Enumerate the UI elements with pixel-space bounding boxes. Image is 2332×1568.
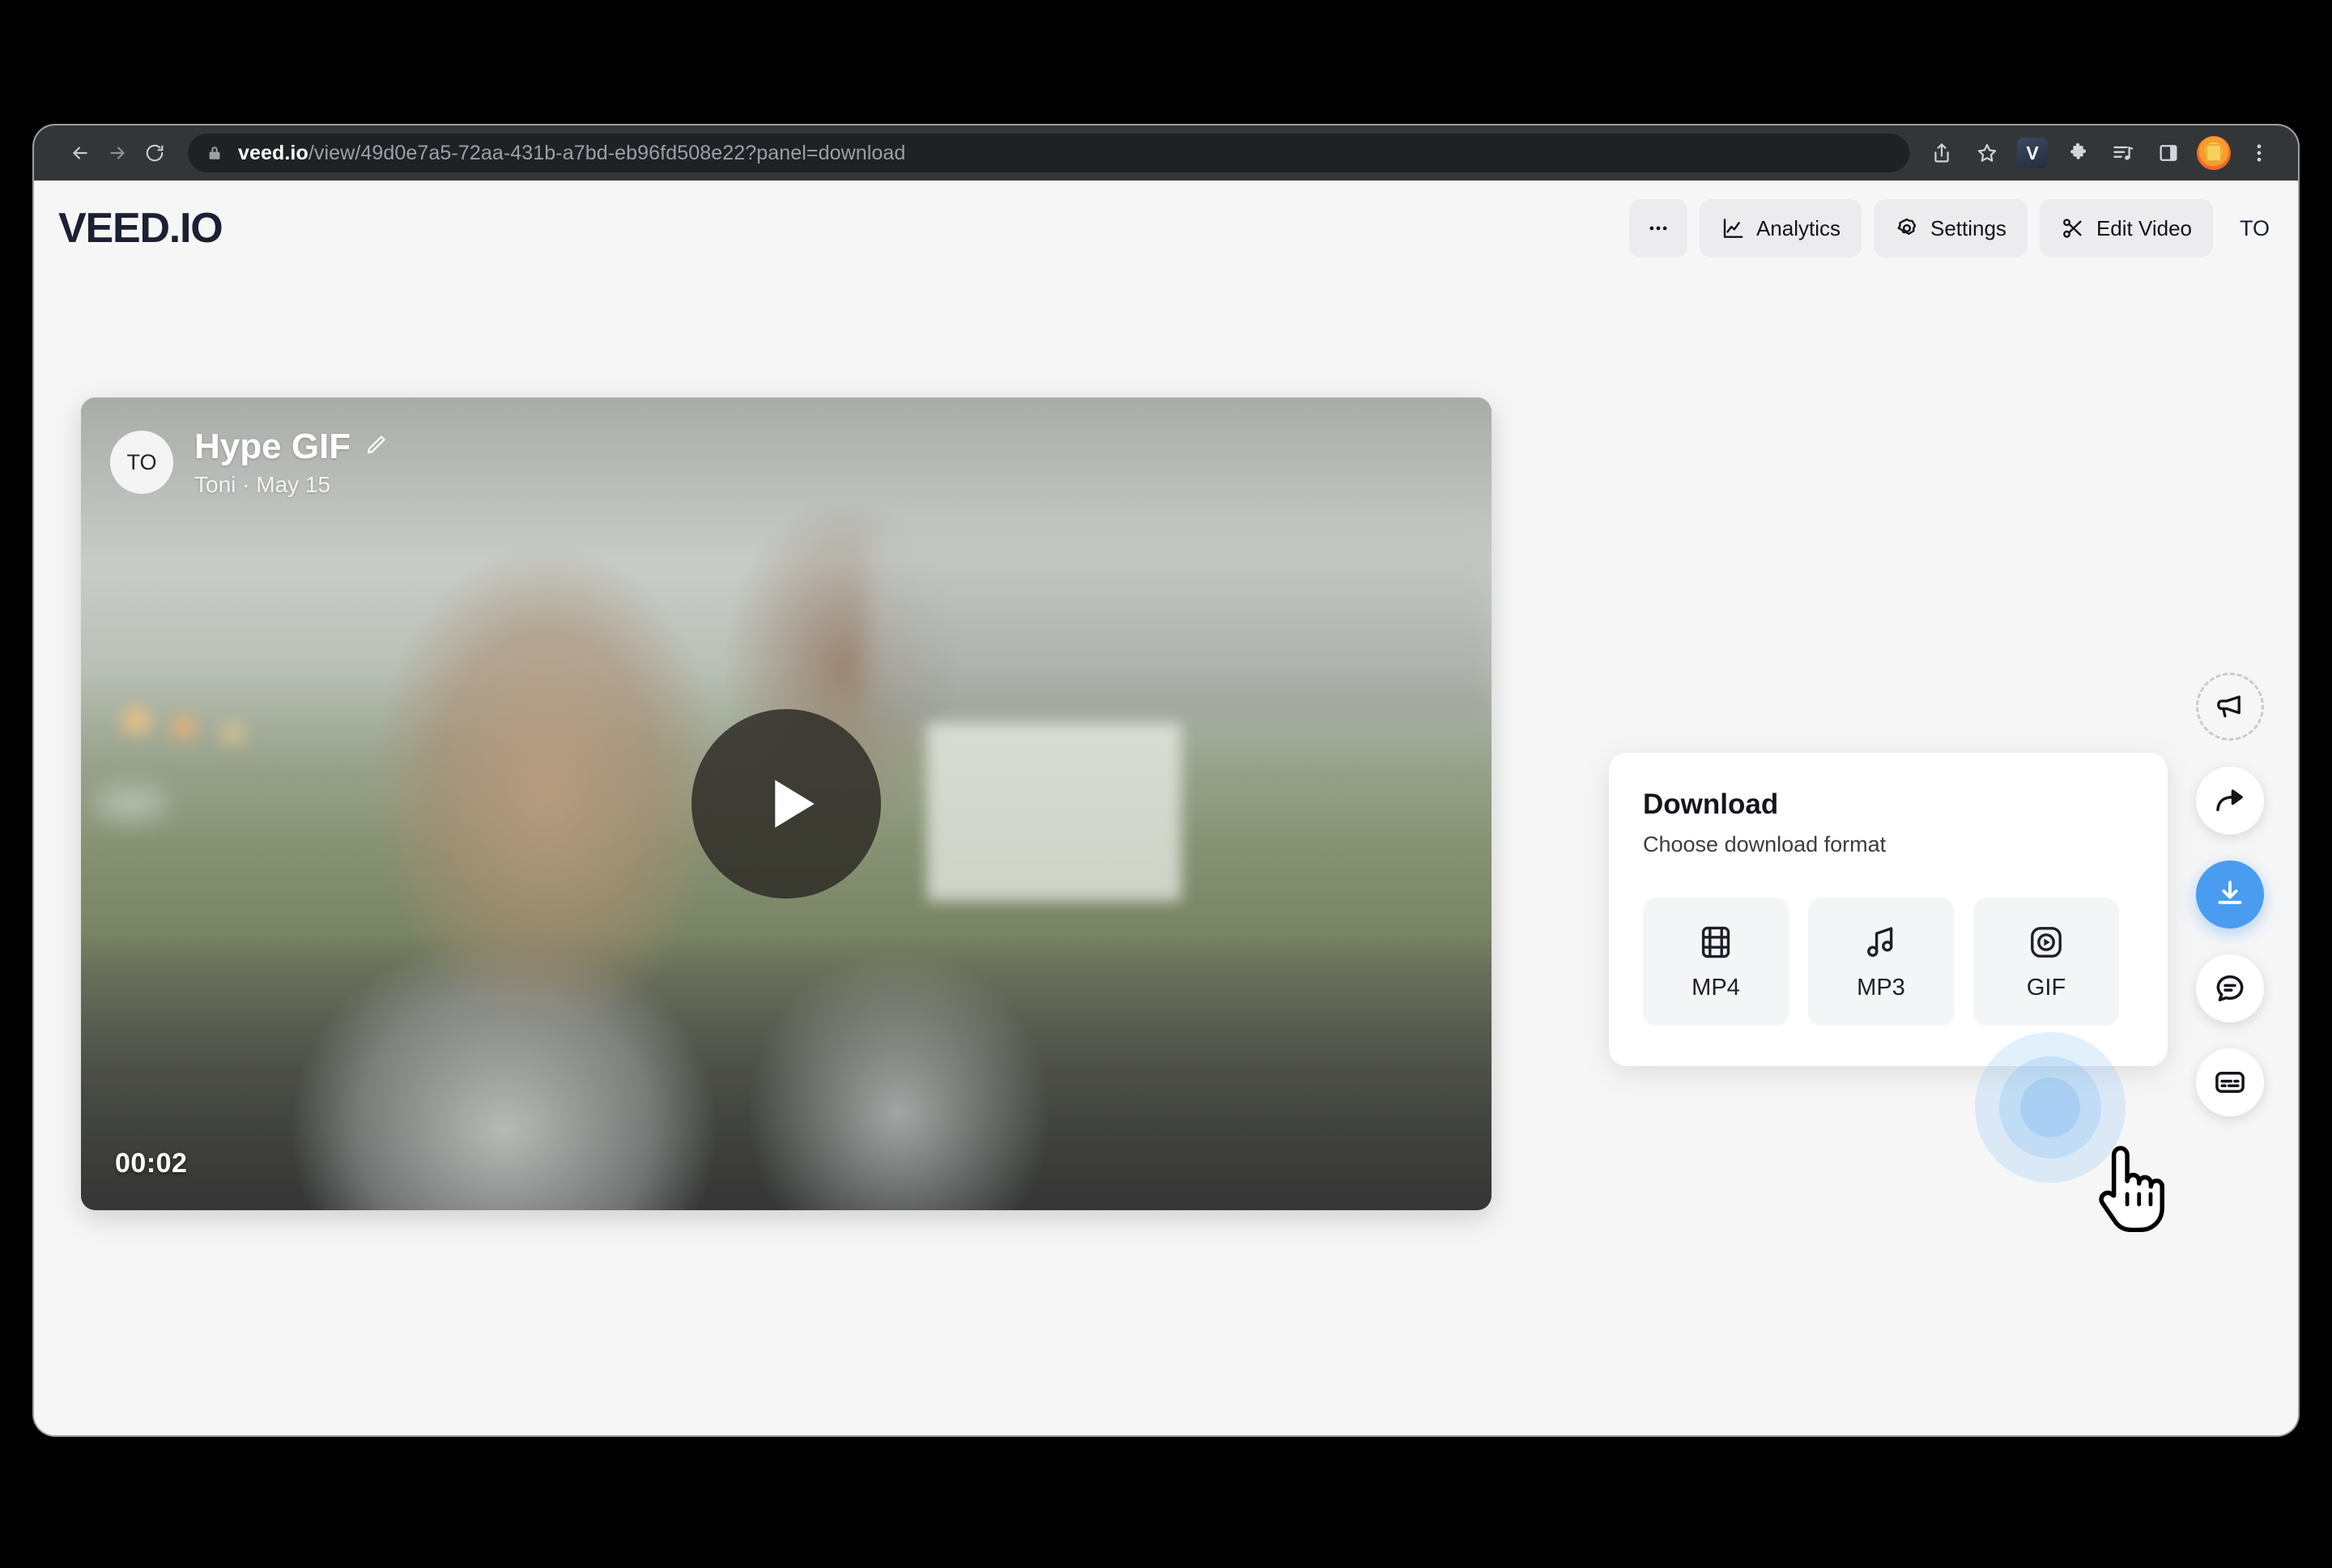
download-format-list: MP4 MP3 GIF <box>1643 898 2134 1026</box>
chrome-actions: V <box>1921 132 2280 174</box>
more-options-button[interactable] <box>1629 199 1687 257</box>
edit-pencil-icon[interactable] <box>364 433 388 461</box>
settings-button[interactable]: Settings <box>1874 199 2028 257</box>
video-timestamp: 00:02 <box>115 1148 187 1179</box>
play-button[interactable] <box>692 709 881 899</box>
address-bar[interactable]: veed.io/view/49d0e7a5-72aa-431b-a7bd-eb9… <box>188 134 1909 172</box>
header-avatar[interactable]: TO <box>2225 216 2298 241</box>
rail-promote-button[interactable] <box>2196 673 2264 741</box>
url-path: /view/49d0e7a5-72aa-431b-a7bd-eb96fd508e… <box>309 142 906 164</box>
app-header: VEED.IO Analytics <box>34 181 2298 276</box>
playlist-icon[interactable] <box>2102 132 2144 174</box>
rail-comments-button[interactable] <box>2196 954 2264 1022</box>
subtitles-icon <box>2213 1065 2247 1099</box>
scissors-icon <box>2061 216 2085 240</box>
music-note-icon <box>1862 923 1900 962</box>
download-format-gif-label: GIF <box>2027 975 2066 1001</box>
video-title: Hype GIF <box>194 427 351 467</box>
download-icon <box>2213 877 2247 911</box>
rail-download-button[interactable] <box>2196 860 2264 928</box>
app-viewport: VEED.IO Analytics <box>34 181 2298 1435</box>
settings-label: Settings <box>1930 216 2006 241</box>
more-dots-icon <box>1646 216 1670 240</box>
chrome-menu-icon[interactable] <box>2238 132 2280 174</box>
edit-video-label: Edit Video <box>2096 216 2192 241</box>
rail-subtitles-button[interactable] <box>2196 1048 2264 1116</box>
veed-extension-badge[interactable]: V <box>2011 132 2053 174</box>
video-meta: TO Hype GIF Toni · May 15 <box>110 427 388 498</box>
share-icon[interactable] <box>1921 132 1963 174</box>
edit-video-button[interactable]: Edit Video <box>2040 199 2213 257</box>
analytics-chart-icon <box>1721 216 1745 240</box>
veed-extension-letter: V <box>2017 138 2048 168</box>
reload-button[interactable] <box>136 134 173 172</box>
browser-toolbar: veed.io/view/49d0e7a5-72aa-431b-a7bd-eb9… <box>34 125 2298 181</box>
download-format-gif[interactable]: GIF <box>1973 898 2119 1026</box>
download-panel: Download Choose download format MP4 <box>1609 753 2168 1066</box>
header-actions: Analytics Settings Edit Video <box>1629 199 2298 257</box>
download-format-mp3-label: MP3 <box>1857 975 1905 1001</box>
download-format-mp3[interactable]: MP3 <box>1808 898 1954 1026</box>
rail-share-button[interactable] <box>2196 767 2264 835</box>
film-strip-icon <box>1696 923 1735 962</box>
video-player-card[interactable]: TO Hype GIF Toni · May 15 <box>81 397 1492 1210</box>
comment-bubble-icon <box>2213 971 2247 1005</box>
analytics-label: Analytics <box>1756 216 1840 241</box>
hand-cursor <box>2083 1134 2173 1238</box>
video-byline: Toni · May 15 <box>194 472 388 498</box>
share-arrow-icon <box>2213 784 2247 818</box>
video-author-avatar: TO <box>110 431 173 494</box>
bookmark-star-icon[interactable] <box>1966 132 2008 174</box>
veed-logo[interactable]: VEED.IO <box>58 204 223 253</box>
browser-window: veed.io/view/49d0e7a5-72aa-431b-a7bd-eb9… <box>34 125 2298 1435</box>
extensions-puzzle-icon[interactable] <box>2057 132 2099 174</box>
download-panel-title: Download <box>1643 788 2134 821</box>
right-side-rail <box>2196 673 2264 1116</box>
download-format-mp4-label: MP4 <box>1692 975 1740 1001</box>
url-text: veed.io/view/49d0e7a5-72aa-431b-a7bd-eb9… <box>238 142 905 165</box>
megaphone-icon <box>2213 690 2247 724</box>
lock-icon <box>206 144 223 162</box>
play-square-icon <box>2027 923 2066 962</box>
forward-button[interactable] <box>99 134 136 172</box>
download-panel-subtitle: Choose download format <box>1643 832 2134 857</box>
side-panel-icon[interactable] <box>2147 132 2189 174</box>
url-host: veed.io <box>238 142 309 164</box>
download-format-mp4[interactable]: MP4 <box>1643 898 1789 1026</box>
gear-icon <box>1895 216 1919 240</box>
profile-avatar[interactable] <box>2193 132 2235 174</box>
analytics-button[interactable]: Analytics <box>1700 199 1862 257</box>
play-triangle-icon <box>756 769 826 839</box>
back-button[interactable] <box>62 134 99 172</box>
